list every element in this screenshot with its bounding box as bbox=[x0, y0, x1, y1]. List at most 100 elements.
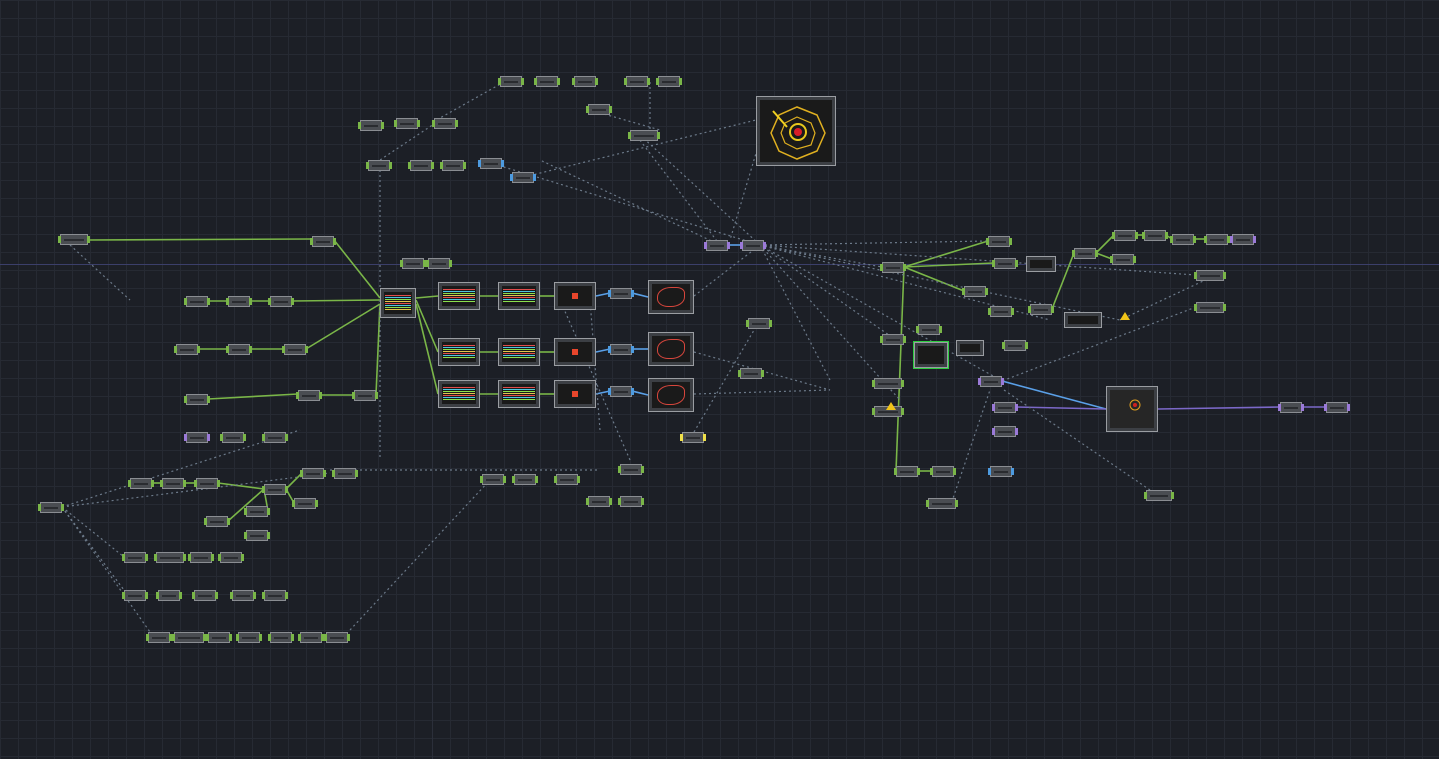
warning-icon[interactable] bbox=[1120, 312, 1130, 320]
viewer-node[interactable] bbox=[438, 282, 480, 310]
operator-node[interactable] bbox=[608, 386, 634, 397]
viewer-node[interactable] bbox=[438, 380, 480, 408]
operator-node[interactable] bbox=[510, 172, 536, 183]
viewer-node[interactable] bbox=[498, 282, 540, 310]
operator-node[interactable] bbox=[400, 258, 426, 269]
operator-node[interactable] bbox=[230, 590, 256, 601]
operator-node[interactable] bbox=[1028, 304, 1054, 315]
viewer-node[interactable] bbox=[438, 338, 480, 366]
operator-node[interactable] bbox=[988, 306, 1014, 317]
operator-node[interactable] bbox=[986, 236, 1012, 247]
operator-node[interactable] bbox=[872, 378, 904, 389]
operator-node[interactable] bbox=[298, 632, 324, 643]
operator-node[interactable] bbox=[268, 296, 294, 307]
operator-node[interactable] bbox=[704, 240, 730, 251]
operator-node[interactable] bbox=[160, 478, 186, 489]
operator-node[interactable] bbox=[992, 402, 1018, 413]
operator-node[interactable] bbox=[432, 118, 458, 129]
viewer-node[interactable] bbox=[554, 380, 596, 408]
viewer-node[interactable] bbox=[648, 332, 694, 366]
operator-node[interactable] bbox=[680, 432, 706, 443]
operator-node[interactable] bbox=[172, 632, 206, 643]
viewer-node[interactable] bbox=[1064, 312, 1102, 328]
operator-node[interactable] bbox=[218, 552, 244, 563]
operator-node[interactable] bbox=[146, 632, 172, 643]
operator-node[interactable] bbox=[1112, 230, 1138, 241]
operator-node[interactable] bbox=[262, 432, 288, 443]
operator-node[interactable] bbox=[244, 506, 270, 517]
operator-node[interactable] bbox=[1110, 254, 1136, 265]
operator-node[interactable] bbox=[128, 478, 154, 489]
operator-node[interactable] bbox=[194, 478, 220, 489]
operator-node[interactable] bbox=[184, 296, 210, 307]
operator-node[interactable] bbox=[512, 474, 538, 485]
operator-node[interactable] bbox=[572, 76, 598, 87]
operator-node[interactable] bbox=[154, 552, 186, 563]
operator-node[interactable] bbox=[236, 632, 262, 643]
operator-node[interactable] bbox=[656, 76, 682, 87]
operator-node[interactable] bbox=[746, 318, 772, 329]
operator-node[interactable] bbox=[262, 590, 288, 601]
operator-node[interactable] bbox=[1278, 402, 1304, 413]
operator-node[interactable] bbox=[992, 426, 1018, 437]
warning-icon[interactable] bbox=[886, 402, 896, 410]
viewer-node[interactable] bbox=[498, 380, 540, 408]
operator-node[interactable] bbox=[156, 590, 182, 601]
operator-node[interactable] bbox=[962, 286, 988, 297]
render-output-node[interactable] bbox=[1106, 386, 1158, 432]
operator-node[interactable] bbox=[184, 394, 210, 405]
viewer-node[interactable] bbox=[956, 340, 984, 356]
operator-node[interactable] bbox=[480, 474, 506, 485]
operator-node[interactable] bbox=[894, 466, 920, 477]
operator-node[interactable] bbox=[58, 234, 90, 245]
operator-node[interactable] bbox=[204, 516, 230, 527]
operator-node[interactable] bbox=[192, 590, 218, 601]
viewer-node[interactable] bbox=[1026, 256, 1056, 272]
operator-node[interactable] bbox=[880, 262, 906, 273]
operator-node[interactable] bbox=[554, 474, 580, 485]
operator-node[interactable] bbox=[1230, 234, 1256, 245]
operator-node[interactable] bbox=[310, 236, 336, 247]
operator-node[interactable] bbox=[992, 258, 1018, 269]
operator-node[interactable] bbox=[740, 240, 766, 251]
operator-node[interactable] bbox=[324, 632, 350, 643]
operator-node[interactable] bbox=[122, 552, 148, 563]
operator-node[interactable] bbox=[1194, 270, 1226, 281]
operator-node[interactable] bbox=[358, 120, 384, 131]
operator-node[interactable] bbox=[292, 498, 318, 509]
operator-node[interactable] bbox=[628, 130, 660, 141]
operator-node[interactable] bbox=[426, 258, 452, 269]
operator-node[interactable] bbox=[1204, 234, 1230, 245]
operator-node[interactable] bbox=[1144, 490, 1174, 501]
operator-node[interactable] bbox=[1142, 230, 1168, 241]
operator-node[interactable] bbox=[408, 160, 434, 171]
operator-node[interactable] bbox=[220, 432, 246, 443]
operator-node[interactable] bbox=[916, 324, 942, 335]
operator-node[interactable] bbox=[880, 334, 906, 345]
operator-node[interactable] bbox=[498, 76, 524, 87]
operator-node[interactable] bbox=[608, 344, 634, 355]
viewer-node[interactable] bbox=[913, 341, 949, 369]
operator-node[interactable] bbox=[332, 468, 358, 479]
operator-node[interactable] bbox=[300, 468, 326, 479]
operator-node[interactable] bbox=[618, 464, 644, 475]
operator-node[interactable] bbox=[988, 466, 1014, 477]
viewer-node[interactable] bbox=[554, 338, 596, 366]
network-editor-canvas[interactable] bbox=[0, 0, 1439, 759]
operator-node[interactable] bbox=[1072, 248, 1098, 259]
operator-node[interactable] bbox=[394, 118, 420, 129]
camera-viewer-node[interactable] bbox=[756, 96, 836, 166]
operator-node[interactable] bbox=[586, 104, 612, 115]
viewer-node[interactable] bbox=[380, 288, 416, 318]
operator-node[interactable] bbox=[586, 496, 612, 507]
operator-node[interactable] bbox=[174, 344, 200, 355]
operator-node[interactable] bbox=[1324, 402, 1350, 413]
operator-node[interactable] bbox=[282, 344, 308, 355]
operator-node[interactable] bbox=[226, 344, 252, 355]
viewer-node[interactable] bbox=[648, 280, 694, 314]
operator-node[interactable] bbox=[534, 76, 560, 87]
operator-node[interactable] bbox=[268, 632, 294, 643]
operator-node[interactable] bbox=[352, 390, 378, 401]
operator-node[interactable] bbox=[978, 376, 1004, 387]
operator-node[interactable] bbox=[624, 76, 650, 87]
